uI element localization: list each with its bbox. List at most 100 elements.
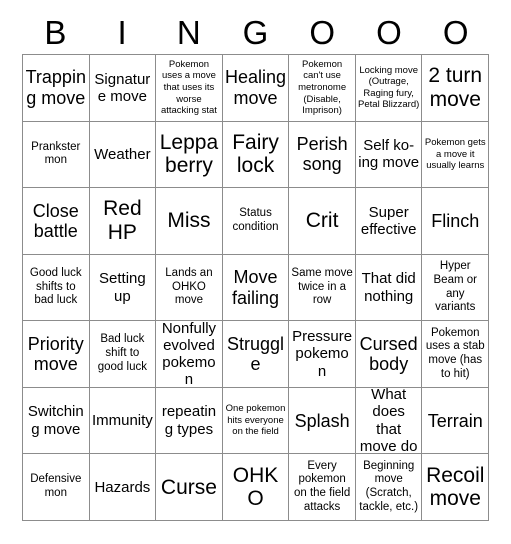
bingo-cell-label: One pokemon hits everyone on the field [225,403,286,438]
bingo-cell-label: Pressure pokemon [292,328,353,380]
bingo-cell[interactable]: Recoil move [422,454,490,522]
bingo-cell-label: Healing move [225,67,287,108]
bingo-cell-label: Immunity [91,412,153,430]
bingo-cell[interactable]: Hazards [89,454,157,522]
bingo-cell[interactable]: Defensive mon [23,454,90,522]
bingo-header-letter: O [442,14,469,51]
bingo-cell-label: Locking move (Outrage, Raging fury, Peta… [358,64,420,111]
bingo-cell[interactable]: Same move twice in a row [289,254,356,322]
bingo-cell-label: Pokemon uses a stab move (has to hit) [425,326,485,380]
bingo-row: Good luck shifts to bad luck Setting up La… [23,254,490,322]
bingo-row: Defensive mon Hazards Curse OHKO Every pokem… [23,454,490,522]
bingo-cell[interactable]: Status condition [222,188,290,255]
bingo-cell-label: Pokemon can't use metronome (Disable, Im… [298,58,347,117]
bingo-cell[interactable]: Healing move [222,55,290,122]
bingo-cell-label: Crit [305,209,339,233]
bingo-cell[interactable]: Beginning move (Scratch, tackle, etc.) [355,454,423,522]
bingo-cell[interactable]: Pokemon uses a stab move (has to hit) [422,321,490,388]
bingo-cell[interactable]: Setting up [89,254,157,322]
bingo-cell[interactable]: Leppa berry [156,121,223,189]
bingo-cell[interactable]: Pokemon can't use metronome (Disable, Im… [289,55,356,122]
bingo-cell[interactable]: Nonfully evolved pokemon [156,321,223,388]
bingo-cell[interactable]: Switching move [23,387,90,455]
bingo-cell-label: Setting up [99,270,146,305]
bingo-cell-label: Flinch [431,210,480,231]
bingo-cell[interactable]: Red HP [89,188,157,255]
bingo-cell[interactable]: repeating types [156,387,223,455]
bingo-row: Prankster mon Weather Leppa berry Fairy loc… [23,121,490,189]
bingo-cell-label: repeating types [161,403,217,438]
bingo-cell[interactable]: Perish song [289,121,356,189]
bingo-cell[interactable]: Cursed body [355,321,423,388]
bingo-cell[interactable]: Move failing [222,254,290,322]
bingo-cell[interactable]: Flinch [422,188,490,255]
bingo-cell[interactable]: Pokemon uses a move that uses its worse … [156,55,223,122]
bingo-header-letter: I [117,14,127,51]
bingo-cell-label: What does that move do [359,387,418,455]
bingo-cell-label: Every pokemon on the field attacks [293,459,351,514]
bingo-header-letter: O [309,14,336,51]
bingo-cell[interactable]: Locking move (Outrage, Raging fury, Peta… [355,55,423,122]
bingo-cell[interactable]: What does that move do [355,387,423,455]
bingo-cell-label: Hazards [94,478,151,496]
bingo-cell-label: Switching move [27,403,84,438]
bingo-card: B I N G O O O Trapping move Signature move Pokem… [0,0,511,544]
bingo-cell-label: Recoil move [426,463,485,511]
bingo-cell-label: Self ko-ing move [358,137,420,172]
bingo-cell[interactable]: Splash [289,387,356,455]
bingo-cell[interactable]: Self ko-ing move [355,121,423,189]
bingo-cell-label: Splash [294,410,350,431]
bingo-cell-label: Pokemon uses a move that uses its worse … [160,58,217,117]
bingo-cell-label: Good luck shifts to bad luck [29,266,82,307]
bingo-cell[interactable]: Crit [289,188,356,255]
bingo-row: Trapping move Signature move Pokemon uses … [23,55,490,122]
bingo-cell-label: Nonfully evolved pokemon [161,321,217,388]
bingo-cell-label: Beginning move (Scratch, tackle, etc.) [359,459,419,514]
bingo-cell[interactable]: Good luck shifts to bad luck [23,254,90,322]
bingo-cell[interactable]: Trapping move [23,55,90,122]
bingo-cell-label: Priority move [27,333,84,375]
bingo-cell[interactable]: Super effective [355,188,423,255]
bingo-cell-label: 2 turn move [428,64,483,111]
bingo-cell[interactable]: Terrain [422,387,490,455]
bingo-cell-label: Prankster mon [31,140,81,167]
bingo-cell[interactable]: Weather [89,121,157,189]
bingo-row: Switching move Immunity repeating types One… [23,387,490,455]
bingo-cell[interactable]: Struggle [222,321,290,388]
bingo-cell[interactable]: Pokemon gets a move it usually learns [422,121,490,189]
bingo-cell[interactable]: OHKO [222,454,290,522]
bingo-cell-label: Curse [160,475,217,499]
bingo-cell-label: Move failing [232,267,280,308]
bingo-cell-label: Super effective [360,203,417,238]
bingo-cell-label: Defensive mon [30,473,82,500]
bingo-cell[interactable]: Hyper Beam or any variants [422,254,490,322]
bingo-cell[interactable]: Lands an OHKO move [156,254,223,322]
bingo-cell[interactable]: Miss [156,188,223,255]
bingo-cell[interactable]: Immunity [89,387,157,455]
bingo-cell-label: Fairy lock [232,130,279,178]
bingo-cell[interactable]: Every pokemon on the field attacks [289,454,356,522]
bingo-cell[interactable]: Priority move [23,321,90,388]
bingo-cell-label: Perish song [296,134,348,175]
bingo-header-letter: G [242,14,269,51]
bingo-cell-label: Weather [94,145,151,163]
bingo-cell-label: Pokemon gets a move it usually learns [424,137,486,172]
bingo-header-letter: N [176,14,201,51]
bingo-cell[interactable]: Pressure pokemon [289,321,356,388]
bingo-cell[interactable]: Signature move [89,55,157,122]
bingo-cell[interactable]: Curse [156,454,223,522]
bingo-cell[interactable]: Bad luck shift to good luck [89,321,157,388]
bingo-cell-label: Signature move [94,70,151,105]
bingo-cell-label: Terrain [427,410,483,431]
bingo-cell-label: OHKO [232,463,279,511]
bingo-cell[interactable]: 2 turn move [422,55,490,122]
bingo-cell[interactable]: Fairy lock [222,121,290,189]
bingo-cell-label: Trapping move [25,67,86,108]
bingo-cell-label: Lands an OHKO move [165,266,213,307]
bingo-cell-label: That did nothing [361,270,416,305]
bingo-cell-label: Same move twice in a row [291,266,353,307]
bingo-cell[interactable]: That did nothing [355,254,423,322]
bingo-cell[interactable]: One pokemon hits everyone on the field [222,387,290,455]
bingo-cell[interactable]: Prankster mon [23,121,90,189]
bingo-cell[interactable]: Close battle [23,188,90,255]
